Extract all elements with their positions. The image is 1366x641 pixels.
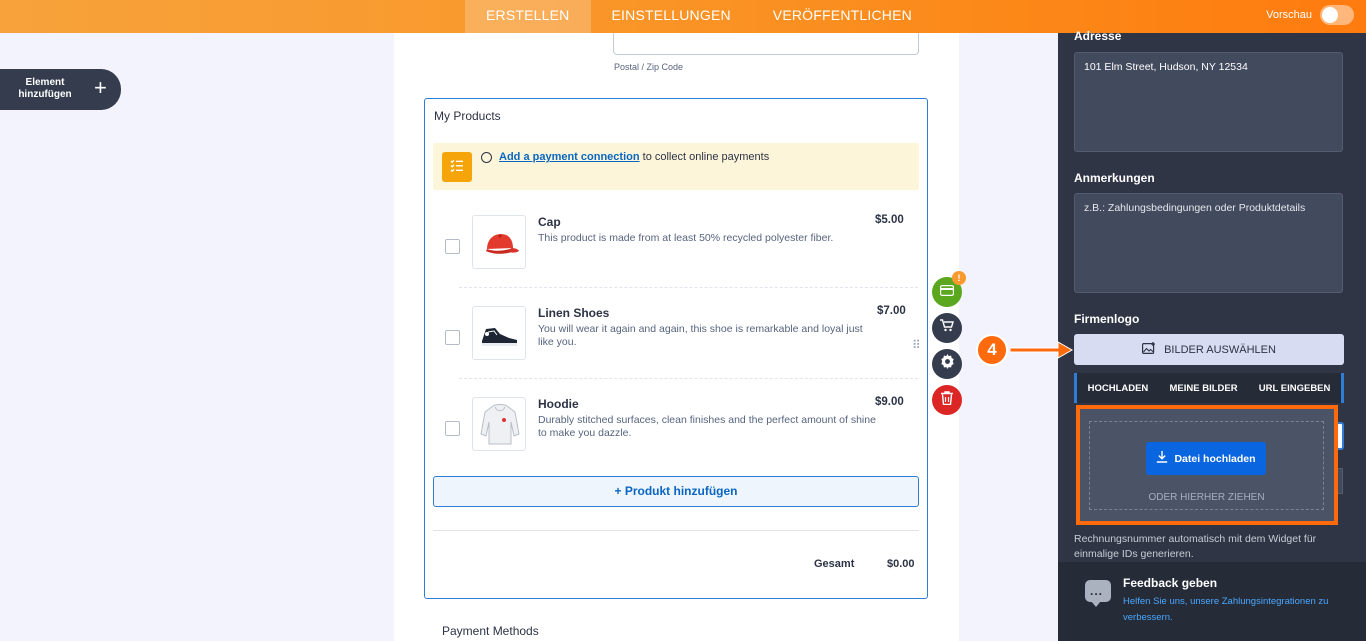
product-description: This product is made from at least 50% r… bbox=[538, 232, 834, 244]
address-label: Adresse bbox=[1074, 29, 1122, 43]
hidden-field-edge bbox=[1338, 422, 1344, 450]
cart-icon bbox=[940, 319, 954, 337]
add-product-button[interactable]: + Produkt hinzufügen bbox=[433, 476, 919, 507]
select-images-label: BILDER AUSWÄHLEN bbox=[1164, 343, 1276, 356]
product-name: Hoodie bbox=[538, 397, 579, 411]
credit-card-icon bbox=[940, 283, 955, 301]
address-textarea[interactable]: 101 Elm Street, Hudson, NY 12534 bbox=[1074, 52, 1343, 152]
notes-label: Anmerkungen bbox=[1074, 171, 1155, 185]
tab-einstellungen[interactable]: EINSTELLUNGEN bbox=[591, 0, 752, 33]
delete-tool[interactable] bbox=[932, 385, 962, 415]
total-label: Gesamt bbox=[814, 558, 855, 570]
warning-badge: ! bbox=[952, 271, 966, 285]
payment-methods-label: Payment Methods bbox=[442, 624, 539, 638]
select-images-button[interactable]: BILDER AUSWÄHLEN bbox=[1074, 334, 1344, 365]
top-navigation: ERSTELLEN EINSTELLUNGEN VERÖFFENTLICHEN bbox=[465, 0, 933, 33]
hoodie-image bbox=[472, 397, 526, 451]
cap-image bbox=[472, 215, 526, 269]
add-payment-connection-link[interactable]: Add a payment connection bbox=[499, 151, 640, 163]
product-checkbox[interactable] bbox=[445, 421, 460, 436]
download-icon bbox=[1156, 451, 1168, 466]
preview-control: Vorschau bbox=[1266, 5, 1354, 25]
drag-handle-icon[interactable]: ⠿ bbox=[912, 339, 921, 351]
trash-icon bbox=[941, 390, 953, 410]
product-description: Durably stitched surfaces, clean finishe… bbox=[538, 414, 876, 439]
hidden-field-edge-2 bbox=[1338, 468, 1343, 494]
preview-toggle[interactable] bbox=[1320, 5, 1354, 25]
annotation-arrow-icon bbox=[1010, 341, 1074, 359]
total-divider bbox=[433, 530, 919, 531]
image-add-icon bbox=[1142, 342, 1156, 357]
upload-tabs: HOCHLADEN MEINE BILDER URL EINGEBEN bbox=[1074, 373, 1344, 403]
product-checkbox[interactable] bbox=[445, 239, 460, 254]
product-price: $7.00 bbox=[877, 305, 906, 317]
zip-code-label: Postal / Zip Code bbox=[614, 62, 684, 72]
total-value: $0.00 bbox=[887, 558, 915, 570]
tab-url-eingeben[interactable]: URL EINGEBEN bbox=[1259, 383, 1331, 394]
product-name: Cap bbox=[538, 215, 561, 229]
drag-here-label: ODER HIERHER ZIEHEN bbox=[1148, 492, 1265, 503]
add-element-label: Element hinzufügen bbox=[18, 77, 72, 100]
product-row-hoodie: Hoodie Durably stitched surfaces, clean … bbox=[438, 396, 908, 487]
upload-file-button[interactable]: Datei hochladen bbox=[1146, 442, 1266, 475]
products-title: My Products bbox=[434, 109, 501, 123]
notes-textarea[interactable]: z.B.: Zahlungsbedingungen oder Produktde… bbox=[1074, 193, 1343, 293]
product-divider bbox=[459, 287, 918, 288]
product-price: $5.00 bbox=[875, 214, 904, 226]
tab-veroeffentlichen[interactable]: VERÖFFENTLICHEN bbox=[752, 0, 933, 33]
settings-tool[interactable] bbox=[932, 349, 962, 379]
step-number-badge: 4 bbox=[976, 334, 1008, 366]
invoice-help-text: Rechnungsnummer automatisch mit dem Widg… bbox=[1074, 533, 1317, 560]
product-row-linen-shoes: Linen Shoes You will wear it again and a… bbox=[438, 305, 908, 396]
feedback-link[interactable]: Helfen Sie uns, unsere Zahlungsintegrati… bbox=[1123, 594, 1348, 626]
gear-icon bbox=[940, 354, 955, 374]
checklist-icon bbox=[442, 152, 472, 182]
feedback-title: Feedback geben bbox=[1123, 576, 1218, 590]
plus-icon: + bbox=[94, 75, 107, 100]
upload-file-label: Datei hochladen bbox=[1174, 452, 1256, 465]
notice-suffix: to collect online payments bbox=[639, 151, 770, 163]
shoe-image bbox=[472, 306, 526, 360]
product-name: Linen Shoes bbox=[538, 306, 610, 320]
product-description: You will wear it again and again, this s… bbox=[538, 323, 863, 348]
preview-label: Vorschau bbox=[1266, 9, 1312, 21]
tab-erstellen[interactable]: ERSTELLEN bbox=[465, 0, 591, 33]
logo-label: Firmenlogo bbox=[1074, 312, 1140, 326]
product-row-cap: Cap This product is made from at least 5… bbox=[438, 214, 908, 305]
cart-tool[interactable] bbox=[932, 313, 962, 343]
tab-meine-bilder[interactable]: MEINE BILDER bbox=[1169, 383, 1237, 394]
product-divider bbox=[459, 378, 918, 379]
radio-circle-icon bbox=[481, 152, 492, 163]
chat-bubble-icon: ... bbox=[1085, 580, 1111, 607]
product-checkbox[interactable] bbox=[445, 330, 460, 345]
tab-hochladen[interactable]: HOCHLADEN bbox=[1088, 383, 1149, 394]
zip-code-input[interactable] bbox=[613, 33, 919, 55]
payment-notice-text: Add a payment connection to collect onli… bbox=[499, 151, 769, 163]
product-price: $9.00 bbox=[875, 396, 904, 408]
add-element-button[interactable]: Element hinzufügen + bbox=[0, 69, 121, 110]
